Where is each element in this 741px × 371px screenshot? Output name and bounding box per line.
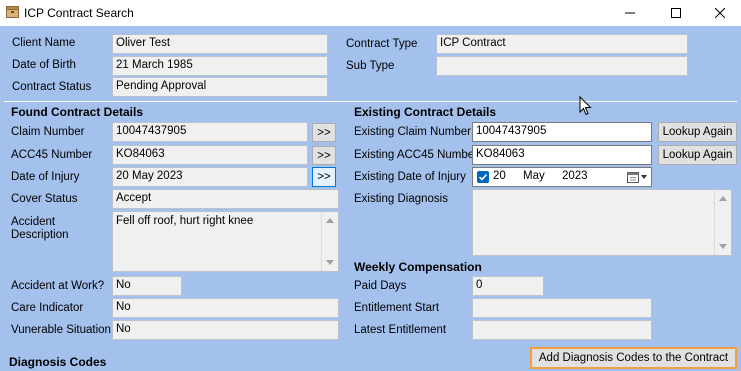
checkmark-icon <box>478 173 488 181</box>
injury-day[interactable]: 20 <box>493 170 506 182</box>
client-name-label: Client Name <box>12 37 76 49</box>
existing-injury-date-picker[interactable]: 20 May 2023 <box>472 167 652 187</box>
existing-acc45-label: Existing ACC45 Number <box>354 149 478 161</box>
client-name-field[interactable]: Oliver Test <box>112 34 328 54</box>
at-work-label: Accident at Work? <box>11 280 105 292</box>
existing-diagnosis-label: Existing Diagnosis <box>354 193 448 205</box>
injury-date-label: Date of Injury <box>11 171 80 183</box>
contract-status-label: Contract Status <box>12 81 92 93</box>
existing-section-title: Existing Contract Details <box>354 105 497 119</box>
accident-desc-label-1: Accident <box>11 216 56 228</box>
contract-type-field[interactable]: ICP Contract <box>436 34 688 54</box>
cover-status-field[interactable]: Accept <box>112 189 339 209</box>
window-title: ICP Contract Search <box>24 6 134 20</box>
acc45-label: ACC45 Number <box>11 149 93 161</box>
found-section-title: Found Contract Details <box>11 105 144 119</box>
injury-month[interactable]: May <box>523 170 545 182</box>
injury-year[interactable]: 2023 <box>562 170 588 182</box>
cover-status-label: Cover Status <box>11 193 78 205</box>
at-work-field[interactable]: No <box>112 276 182 296</box>
lookup-claim-button[interactable]: Lookup Again <box>658 122 737 142</box>
copy-acc45-button[interactable]: >> <box>312 146 336 165</box>
copy-injury-date-button[interactable]: >> <box>312 167 336 187</box>
contract-type-label: Contract Type <box>346 38 418 50</box>
acc45-field[interactable]: KO84063 <box>112 145 308 165</box>
diagnosis-codes-title: Diagnosis Codes <box>9 355 107 369</box>
vulnerable-label: Vunerable Situation <box>11 324 111 336</box>
accident-desc-textarea[interactable]: Fell off roof, hurt right knee <box>112 211 339 272</box>
contract-status-field[interactable]: Pending Approval <box>112 77 328 97</box>
entitlement-start-field[interactable] <box>472 298 652 318</box>
close-button[interactable] <box>697 0 741 26</box>
maximize-icon <box>671 8 681 18</box>
add-diagnosis-codes-button[interactable]: Add Diagnosis Codes to the Contract <box>530 347 737 369</box>
mouse-cursor-icon <box>579 96 592 116</box>
latest-entitlement-field[interactable] <box>472 320 652 340</box>
existing-injury-date-label: Existing Date of Injury <box>354 171 466 183</box>
maximize-button[interactable] <box>653 0 699 26</box>
existing-diagnosis-textarea[interactable] <box>472 189 732 256</box>
scroll-up-icon <box>326 218 334 223</box>
paid-days-field[interactable]: 0 <box>472 276 544 296</box>
lookup-acc45-button[interactable]: Lookup Again <box>658 145 737 165</box>
existing-claim-label: Existing Claim Number <box>354 126 471 138</box>
injury-date-checkbox[interactable] <box>477 171 489 183</box>
vulnerable-field[interactable]: No <box>112 320 339 340</box>
diagnosis-scrollbar[interactable] <box>714 190 731 255</box>
copy-claim-button[interactable]: >> <box>312 123 336 142</box>
accident-desc-text: Fell off roof, hurt right knee <box>116 215 254 227</box>
claim-number-label: Claim Number <box>11 126 85 138</box>
group-divider <box>4 101 737 102</box>
entitlement-start-label: Entitlement Start <box>354 302 440 314</box>
dob-field[interactable]: 21 March 1985 <box>112 56 328 76</box>
weekly-section-title: Weekly Compensation <box>354 260 482 274</box>
minimize-icon <box>625 12 635 14</box>
existing-claim-input[interactable]: 10047437905 <box>472 122 652 142</box>
calendar-dropdown-icon[interactable] <box>627 171 649 183</box>
close-icon <box>715 8 725 18</box>
latest-entitlement-label: Latest Entitlement <box>354 324 447 336</box>
care-indicator-field[interactable]: No <box>112 298 339 318</box>
care-indicator-label: Care Indicator <box>11 302 84 314</box>
injury-date-field[interactable]: 20 May 2023 <box>112 167 308 187</box>
paid-days-label: Paid Days <box>354 280 407 292</box>
minimize-button[interactable] <box>607 0 653 26</box>
scroll-down-icon <box>326 260 334 265</box>
sub-type-label: Sub Type <box>346 60 395 72</box>
accident-desc-scrollbar[interactable] <box>321 212 338 271</box>
existing-acc45-input[interactable]: KO84063 <box>472 145 652 165</box>
accident-desc-label-2: Description <box>11 229 69 241</box>
claim-number-field[interactable]: 10047437905 <box>112 122 308 142</box>
sub-type-field[interactable] <box>436 56 688 76</box>
dob-label: Date of Birth <box>12 59 76 71</box>
scroll-down-icon <box>719 244 727 249</box>
app-icon <box>6 6 19 18</box>
scroll-up-icon <box>719 196 727 201</box>
